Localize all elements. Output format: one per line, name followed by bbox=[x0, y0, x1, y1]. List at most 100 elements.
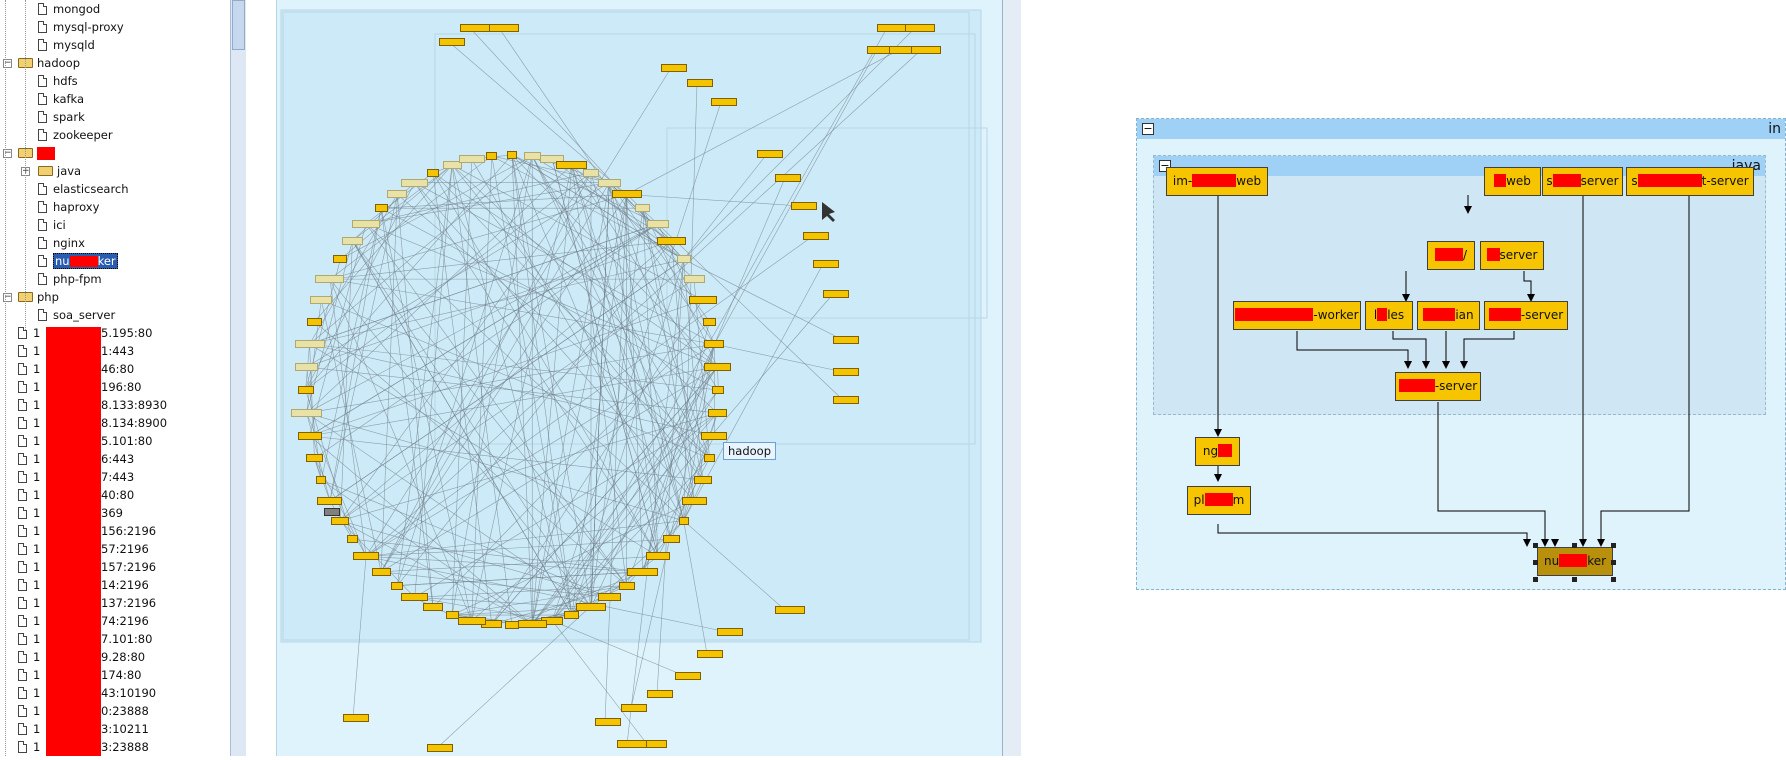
graph-node[interactable] bbox=[387, 190, 408, 199]
detail-group-in[interactable]: − in − java im- web web s server s t-ser… bbox=[1136, 118, 1786, 590]
tree-ip-item[interactable]: 1 7.101:80 bbox=[18, 630, 152, 648]
graph-node[interactable] bbox=[647, 690, 673, 698]
graph-node[interactable] bbox=[703, 362, 731, 371]
graph-node[interactable] bbox=[343, 714, 369, 722]
graph-node[interactable] bbox=[564, 611, 580, 620]
tree-folder[interactable]: + java bbox=[21, 162, 81, 180]
node-pl-m[interactable]: pl m bbox=[1187, 486, 1251, 515]
graph-node[interactable] bbox=[823, 290, 849, 298]
tree-ip-item[interactable]: 1 1:443 bbox=[18, 342, 134, 360]
graph-node[interactable] bbox=[663, 535, 681, 544]
graph-node[interactable] bbox=[295, 362, 319, 371]
graph-node[interactable] bbox=[775, 606, 805, 614]
tree-ip-item[interactable]: 1 137:2196 bbox=[18, 594, 156, 612]
node-s-server[interactable]: s server bbox=[1542, 167, 1623, 196]
tree-ip-item[interactable]: 1 40:80 bbox=[18, 486, 134, 504]
graph-node[interactable] bbox=[645, 552, 670, 561]
graph-node[interactable] bbox=[346, 535, 358, 544]
tree-item[interactable]: mysql-proxy bbox=[38, 18, 124, 36]
graph-scrollbar[interactable] bbox=[1002, 0, 1021, 756]
graph-node[interactable] bbox=[315, 275, 345, 284]
resize-handle[interactable] bbox=[1533, 543, 1538, 548]
graph-node[interactable] bbox=[621, 704, 647, 712]
graph-node[interactable] bbox=[427, 744, 453, 752]
graph-node[interactable] bbox=[457, 616, 486, 625]
graph-node[interactable] bbox=[353, 552, 380, 561]
graph-node[interactable] bbox=[401, 593, 429, 602]
tree-ip-item[interactable]: 1 3:23888 bbox=[18, 738, 149, 756]
graph-node[interactable] bbox=[391, 581, 404, 590]
graph-node[interactable] bbox=[331, 516, 350, 525]
tree-ip-item[interactable]: 1 0:23888 bbox=[18, 702, 149, 720]
graph-node[interactable] bbox=[676, 255, 691, 264]
tree-folder[interactable]: − bbox=[3, 144, 55, 162]
graph-node[interactable] bbox=[712, 386, 725, 394]
service-tree-panel[interactable]: mongod mysql-proxy mysqld − hadoop hdfs kafka s… bbox=[0, 0, 230, 756]
graph-node[interactable] bbox=[646, 219, 669, 228]
node-ng[interactable]: ng bbox=[1195, 437, 1240, 466]
graph-node[interactable] bbox=[757, 150, 783, 158]
tree-item[interactable]: php-fpm bbox=[38, 270, 102, 288]
tree-scrollbar[interactable] bbox=[230, 0, 247, 756]
tree-ip-item[interactable]: 1 8.133:8930 bbox=[18, 396, 167, 414]
graph-node[interactable] bbox=[297, 431, 322, 440]
tree-ip-item[interactable]: 1 14:2196 bbox=[18, 576, 149, 594]
tree-ip-item[interactable]: 1 46:80 bbox=[18, 360, 134, 378]
node-im-web[interactable]: im-web bbox=[1166, 167, 1268, 196]
graph-node[interactable] bbox=[717, 628, 743, 636]
graph-node[interactable] bbox=[575, 603, 606, 612]
tree-scrollbar-thumb[interactable] bbox=[232, 0, 245, 50]
graph-node[interactable] bbox=[489, 24, 519, 32]
graph-node[interactable] bbox=[697, 650, 723, 658]
graph-node[interactable] bbox=[803, 232, 829, 240]
tree-ip-item[interactable]: 1 8.134:8900 bbox=[18, 414, 167, 432]
graph-node[interactable] bbox=[507, 150, 517, 159]
graph-node[interactable] bbox=[683, 275, 705, 284]
graph-node[interactable] bbox=[693, 476, 712, 484]
graph-node[interactable] bbox=[505, 621, 519, 630]
graph-node[interactable] bbox=[317, 496, 343, 505]
graph-node[interactable] bbox=[905, 24, 935, 32]
tree-item[interactable]: mysqld bbox=[38, 36, 95, 54]
tree-ip-item[interactable]: 1 157:2196 bbox=[18, 558, 156, 576]
node-worker[interactable]: -worker bbox=[1233, 301, 1361, 330]
tree-ip-item[interactable]: 1 156:2196 bbox=[18, 522, 156, 540]
tree-ip-item[interactable]: 1 7:443 bbox=[18, 468, 134, 486]
graph-node[interactable] bbox=[611, 190, 642, 199]
tree-item[interactable]: ici bbox=[38, 216, 66, 234]
graph-node[interactable] bbox=[635, 204, 651, 213]
tree-item[interactable]: zookeeper bbox=[38, 126, 113, 144]
graph-node[interactable] bbox=[374, 204, 388, 213]
graph-node[interactable] bbox=[617, 740, 647, 748]
graph-node[interactable] bbox=[833, 396, 859, 404]
graph-node[interactable] bbox=[486, 151, 498, 160]
tree-ip-item[interactable]: 1 9.28:80 bbox=[18, 648, 145, 666]
tree-item[interactable]: nginx bbox=[38, 234, 85, 252]
graph-node[interactable] bbox=[291, 409, 323, 418]
graph-node[interactable] bbox=[517, 620, 547, 629]
graph-node[interactable] bbox=[341, 236, 363, 245]
tree-ip-item[interactable]: 1 5.195:80 bbox=[18, 324, 152, 342]
node-jian[interactable]: ian bbox=[1417, 301, 1480, 330]
graph-node[interactable] bbox=[401, 178, 429, 187]
graph-node[interactable] bbox=[445, 611, 459, 620]
tree-ip-item[interactable]: 1 174:80 bbox=[18, 666, 141, 684]
graph-node[interactable] bbox=[775, 174, 801, 182]
graph-node[interactable] bbox=[333, 255, 348, 264]
resize-handle[interactable] bbox=[1572, 577, 1577, 582]
tree-ip-item[interactable]: 1 196:80 bbox=[18, 378, 141, 396]
graph-node[interactable] bbox=[681, 496, 707, 505]
tree-ip-item[interactable]: 1 6:443 bbox=[18, 450, 134, 468]
graph-node[interactable] bbox=[678, 516, 689, 525]
tree-ip-item[interactable]: 1 43:10190 bbox=[18, 684, 156, 702]
graph-node[interactable] bbox=[911, 46, 941, 54]
graph-canvas[interactable] bbox=[276, 0, 1003, 756]
resize-handle[interactable] bbox=[1533, 577, 1538, 582]
graph-node[interactable] bbox=[371, 567, 391, 576]
graph-node[interactable] bbox=[711, 98, 737, 106]
graph-node[interactable] bbox=[423, 603, 443, 612]
graph-node[interactable] bbox=[305, 454, 323, 463]
graph-node[interactable] bbox=[701, 431, 728, 440]
graph-node[interactable] bbox=[704, 454, 715, 463]
resize-handle[interactable] bbox=[1611, 543, 1616, 548]
